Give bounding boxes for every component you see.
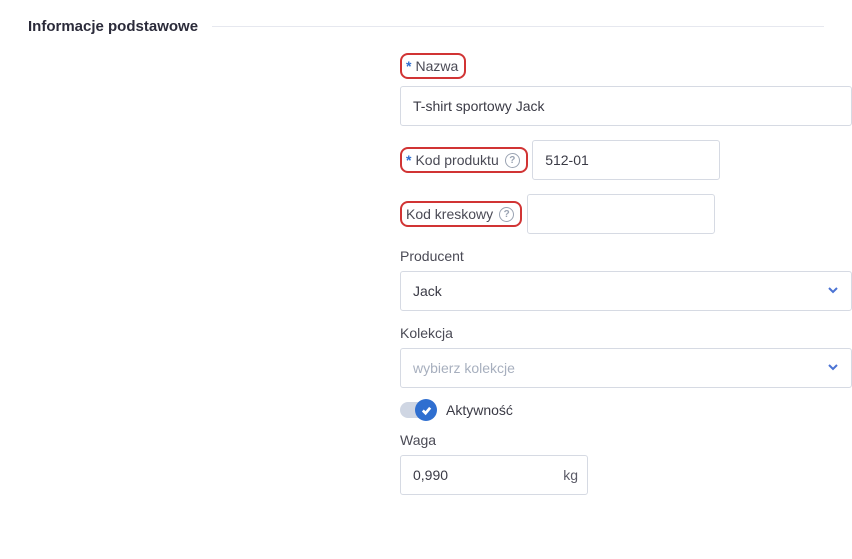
name-input[interactable] xyxy=(400,86,852,126)
field-activity: Aktywność xyxy=(400,402,824,418)
activity-toggle[interactable] xyxy=(400,402,434,418)
form-area: * Nazwa * Kod produktu ? Kod kreskowy ? … xyxy=(400,53,824,495)
chevron-down-icon xyxy=(827,283,839,299)
name-label-text: Nazwa xyxy=(415,58,458,74)
required-star-icon: * xyxy=(406,152,411,168)
required-star-icon: * xyxy=(406,58,411,74)
collection-placeholder: wybierz kolekcje xyxy=(413,360,515,376)
collection-select[interactable]: wybierz kolekcje xyxy=(400,348,852,388)
help-icon[interactable]: ? xyxy=(505,153,520,168)
field-barcode: Kod kreskowy ? xyxy=(400,194,824,234)
producer-label: Producent xyxy=(400,248,824,264)
field-producer: Producent Jack xyxy=(400,248,824,311)
check-icon xyxy=(421,405,432,416)
field-collection: Kolekcja wybierz kolekcje xyxy=(400,325,824,388)
barcode-input[interactable] xyxy=(527,194,715,234)
product-code-label-text: Kod produktu xyxy=(415,152,498,168)
section-title: Informacje podstawowe xyxy=(28,18,198,35)
weight-input[interactable] xyxy=(400,455,588,495)
section-header: Informacje podstawowe xyxy=(28,18,824,35)
chevron-down-icon xyxy=(827,360,839,376)
toggle-knob xyxy=(415,399,437,421)
collection-label: Kolekcja xyxy=(400,325,824,341)
barcode-label: Kod kreskowy ? xyxy=(400,201,522,227)
product-code-label: * Kod produktu ? xyxy=(400,147,528,173)
product-code-input[interactable] xyxy=(532,140,720,180)
producer-selected-value: Jack xyxy=(413,283,442,299)
producer-select[interactable]: Jack xyxy=(400,271,852,311)
barcode-label-text: Kod kreskowy xyxy=(406,206,493,222)
field-product-code: * Kod produktu ? xyxy=(400,140,824,180)
field-name: * Nazwa xyxy=(400,53,824,126)
activity-label: Aktywność xyxy=(446,402,513,418)
name-label: * Nazwa xyxy=(400,53,466,79)
section-divider xyxy=(212,26,824,27)
help-icon[interactable]: ? xyxy=(499,207,514,222)
field-weight: Waga kg xyxy=(400,432,824,495)
weight-label: Waga xyxy=(400,432,824,448)
